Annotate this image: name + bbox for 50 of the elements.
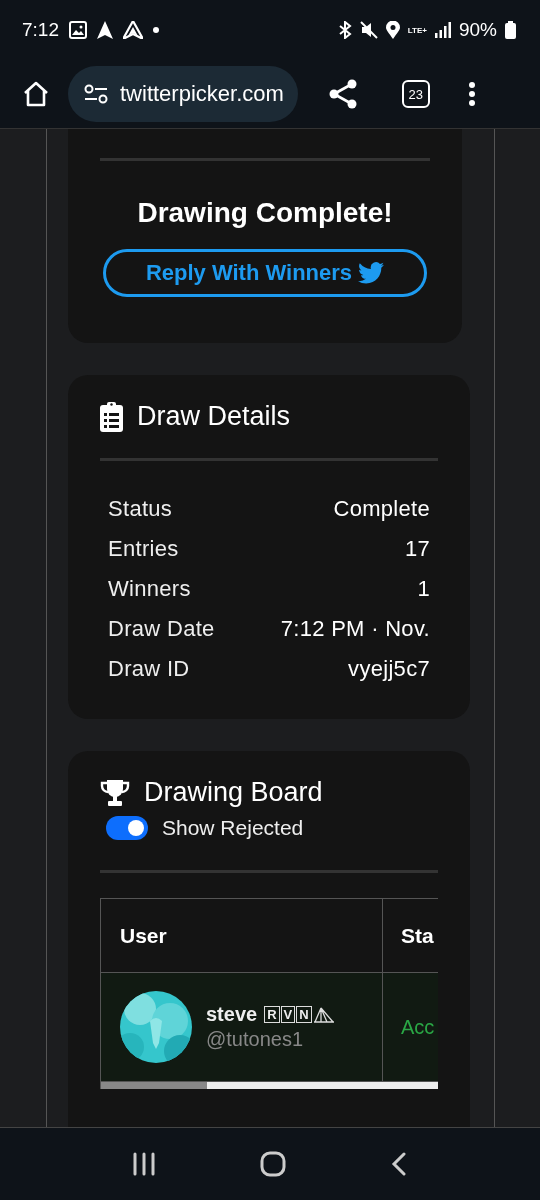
column-header: Sta [400, 922, 435, 949]
drawing-board-title: Drawing Board [144, 777, 323, 808]
home-icon[interactable] [22, 80, 50, 108]
letter-tag: V [280, 1006, 296, 1023]
letter-tag: R [264, 1006, 280, 1023]
tab-count-button[interactable]: 23 [401, 80, 430, 108]
detail-value: 1 [417, 576, 430, 602]
draw-details-title: Draw Details [137, 401, 291, 432]
detail-label: Status [108, 496, 173, 522]
status-time: 7:12 [22, 19, 59, 41]
drawing-complete-title: Drawing Complete! [137, 197, 393, 229]
detail-label: Entries [108, 536, 179, 562]
battery-icon [505, 21, 516, 39]
navigation-arrow-icon [97, 21, 113, 39]
more-icon[interactable] [467, 81, 476, 107]
sailboat-icon [312, 1006, 335, 1023]
clipboard-list-icon [100, 401, 123, 432]
signal-icon [434, 22, 451, 38]
location-icon [385, 21, 400, 39]
url-text: twitterpicker.com [120, 81, 284, 107]
network-label: LTE+ [407, 25, 427, 35]
detail-value: 7:12 PM · Nov. [280, 616, 430, 642]
show-rejected-switch[interactable] [106, 816, 148, 840]
detail-value: Complete [333, 496, 430, 522]
gallery-icon [69, 21, 87, 39]
horizontal-scrollbar[interactable] [101, 1081, 438, 1089]
arrow-logo-icon [123, 21, 143, 39]
user-handle: @tutones1 [206, 1028, 305, 1051]
home-button-icon[interactable] [260, 1151, 286, 1177]
trophy-icon [100, 779, 130, 806]
detail-value: vyejj5c7 [348, 656, 430, 682]
dot-icon [153, 27, 159, 33]
mute-icon [359, 21, 378, 39]
letter-tag: N [296, 1006, 312, 1023]
detail-label: Draw Date [108, 616, 215, 642]
battery-level: 90% [458, 19, 497, 41]
user-name: steve [206, 1003, 258, 1026]
site-settings-icon[interactable] [84, 84, 108, 104]
share-icon[interactable] [327, 79, 358, 109]
bird-icon [358, 262, 385, 284]
reply-with-winners-button[interactable]: Reply With Winners [103, 249, 427, 297]
show-rejected-label: Show Rejected [162, 816, 304, 840]
address-bar[interactable]: twitterpicker.com [68, 66, 298, 122]
recent-apps-icon[interactable] [132, 1152, 155, 1176]
bluetooth-icon [337, 21, 352, 39]
back-icon[interactable] [391, 1152, 408, 1176]
detail-value: 17 [404, 536, 430, 562]
detail-label: Winners [108, 576, 191, 602]
status-cell-text: Acc [400, 1014, 436, 1040]
detail-label: Draw ID [108, 656, 190, 682]
